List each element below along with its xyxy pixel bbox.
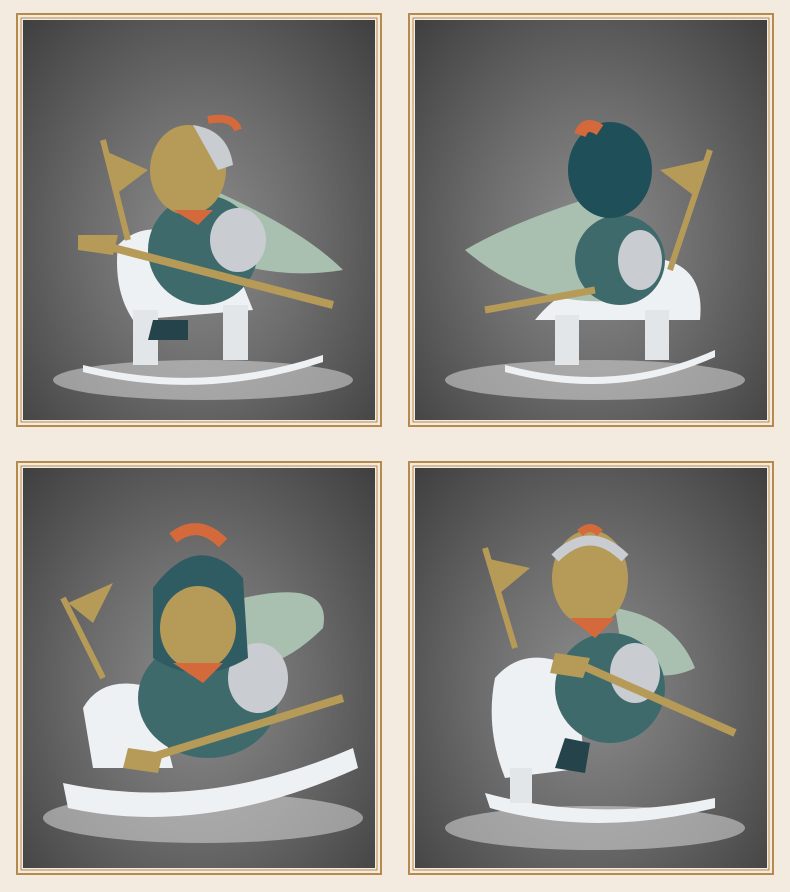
photo-panel-4 (405, 458, 777, 878)
photo-panel-3 (13, 458, 385, 878)
photo-panel-2 (405, 10, 777, 430)
gold-frame (408, 13, 774, 427)
photo-panel-1 (13, 10, 385, 430)
gold-frame (16, 461, 382, 875)
gold-frame (16, 13, 382, 427)
gold-frame (408, 461, 774, 875)
